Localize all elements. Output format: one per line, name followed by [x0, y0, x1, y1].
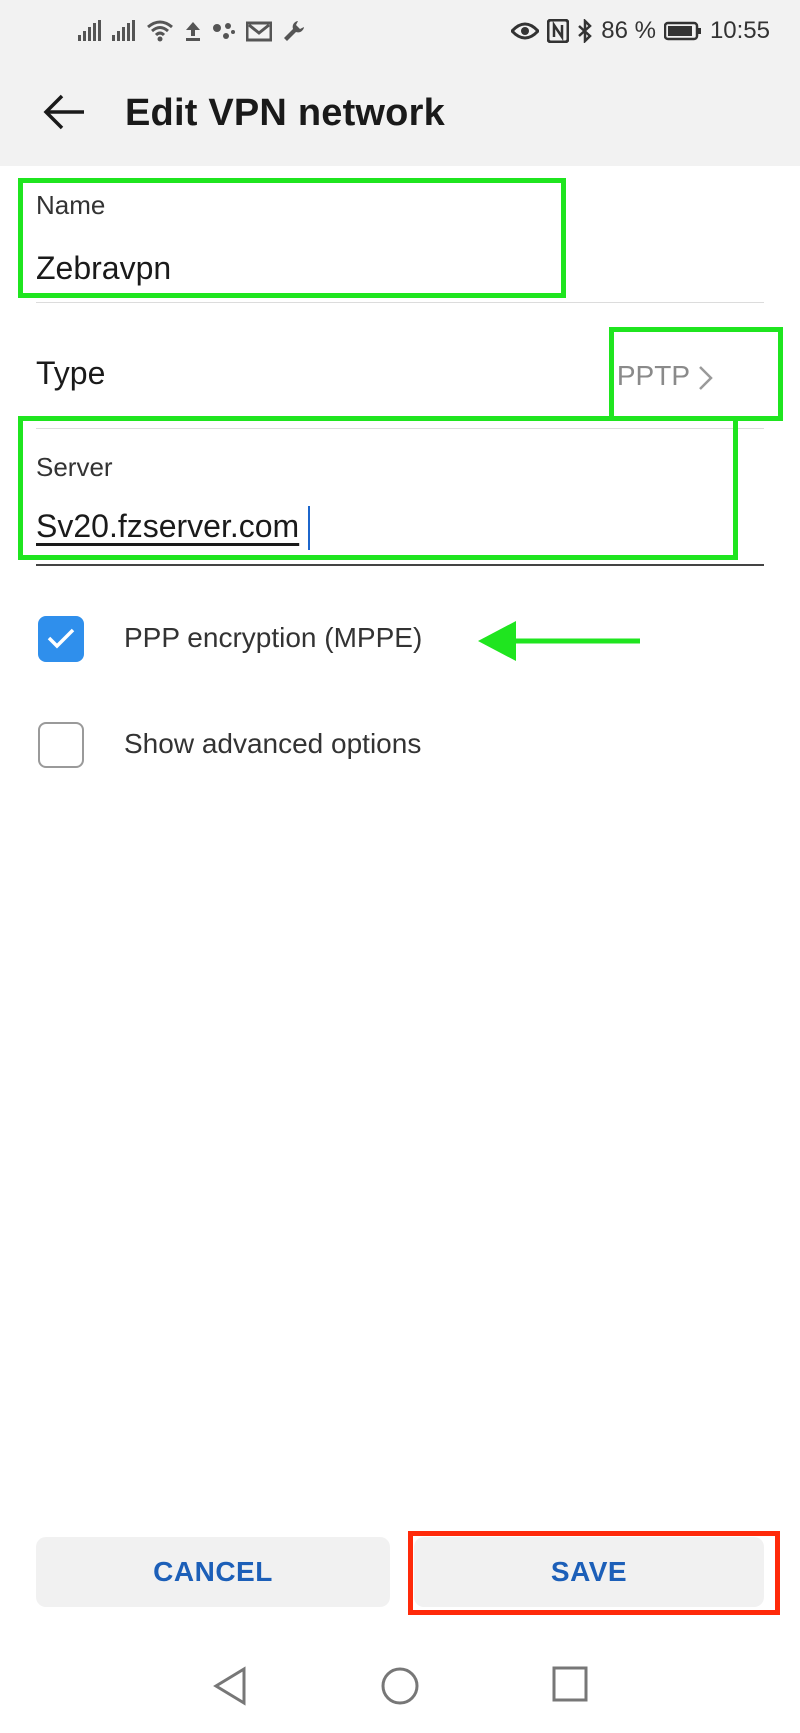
- upload-icon: [184, 20, 202, 42]
- cancel-button[interactable]: CANCEL: [36, 1537, 390, 1607]
- mail-icon: [246, 20, 272, 42]
- back-button[interactable]: [34, 84, 94, 144]
- bluetooth-icon: [577, 19, 593, 43]
- clock: 10:55: [709, 17, 770, 44]
- arrow-left-icon: [42, 94, 86, 135]
- save-highlight-box: [408, 1531, 780, 1615]
- battery-icon: [663, 21, 702, 41]
- ppp-encryption-label: PPP encryption (MPPE): [124, 622, 423, 653]
- signal-icon: [78, 20, 102, 42]
- app-bar: Edit VPN network: [0, 62, 800, 166]
- type-highlight-box: [609, 327, 783, 421]
- battery-percent: 86 %: [601, 17, 656, 44]
- wrench-icon: [282, 19, 306, 43]
- nfc-icon: [547, 19, 570, 43]
- name-divider: [36, 302, 764, 303]
- name-highlight-box: [18, 178, 566, 298]
- eye-icon: [511, 21, 540, 41]
- status-left-icons: [78, 14, 306, 48]
- ppp-encryption-checkbox[interactable]: [38, 616, 84, 662]
- status-right-icons: 86 % 10:55: [511, 14, 770, 48]
- navigation-bar: [0, 1640, 800, 1733]
- show-advanced-label: Show advanced options: [124, 728, 422, 759]
- triangle-back-icon[interactable]: [212, 1666, 248, 1711]
- assistant-dots-icon: [212, 20, 236, 42]
- signal-icon-2: [112, 20, 136, 42]
- circle-home-icon[interactable]: [380, 1666, 420, 1711]
- square-recents-icon[interactable]: [552, 1666, 588, 1707]
- server-highlight-box: [18, 416, 738, 560]
- wifi-icon: [146, 20, 174, 42]
- server-underline: [36, 564, 764, 566]
- page-title: Edit VPN network: [125, 92, 445, 134]
- show-advanced-checkbox[interactable]: [38, 722, 84, 768]
- arrow-left-annotation-icon: [476, 618, 642, 669]
- status-bar: 86 % 10:55: [0, 0, 800, 62]
- type-label: Type: [36, 355, 106, 391]
